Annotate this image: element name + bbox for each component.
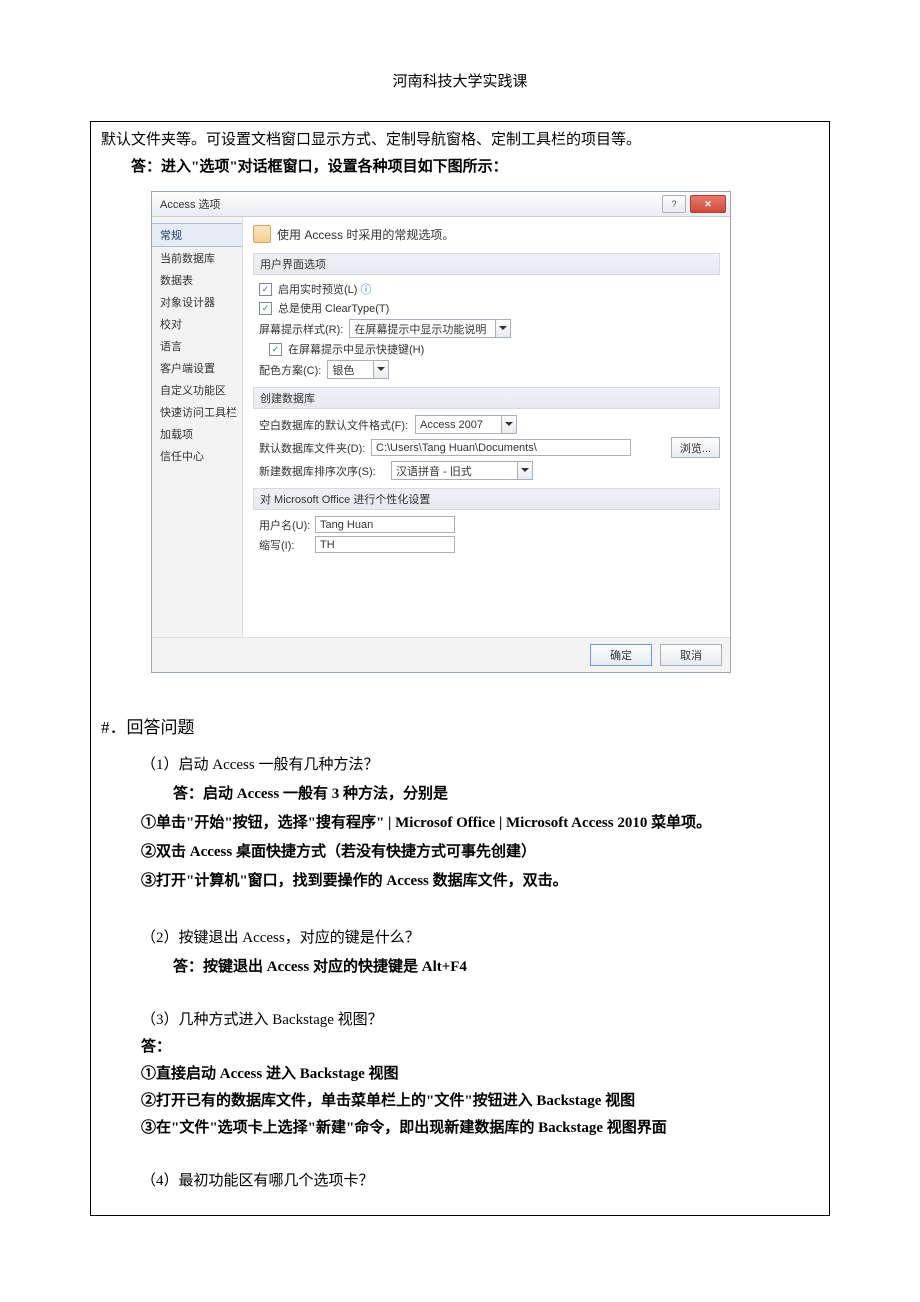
sidebar-item-qat[interactable]: 快速访问工具栏 bbox=[152, 401, 242, 423]
label-username: 用户名(U): bbox=[259, 517, 309, 533]
close-button[interactable]: ✕ bbox=[690, 195, 726, 213]
sidebar-item-designer[interactable]: 对象设计器 bbox=[152, 291, 242, 313]
dialog-titlebar: Access 选项 ? ✕ bbox=[152, 192, 730, 217]
dialog-content: 使用 Access 时采用的常规选项。 用户界面选项 ✓ 启用实时预览(L) ⓘ… bbox=[243, 217, 730, 637]
a3: 答： bbox=[101, 1034, 819, 1061]
page-header: 河南科技大学实践课 bbox=[100, 70, 820, 91]
q2: （2）按键退出 Access，对应的键是什么？ bbox=[101, 925, 819, 952]
dialog-button-row: 确定 取消 bbox=[152, 637, 730, 672]
label-tipstyle: 屏幕提示样式(R): bbox=[259, 321, 343, 337]
sidebar-item-trust[interactable]: 信任中心 bbox=[152, 445, 242, 467]
a3-3: ③在"文件"选项卡上选择"新建"命令，即出现新建数据库的 Backstage 视… bbox=[101, 1115, 819, 1142]
sidebar-item-proofing[interactable]: 校对 bbox=[152, 313, 242, 335]
dialog-title: Access 选项 bbox=[160, 196, 221, 212]
sidebar-item-currentdb[interactable]: 当前数据库 bbox=[152, 247, 242, 269]
page: 河南科技大学实践课 默认文件夹等。可设置文档窗口显示方式、定制导航窗格、定制工具… bbox=[0, 0, 920, 1256]
sidebar-item-client[interactable]: 客户端设置 bbox=[152, 357, 242, 379]
options-dialog: Access 选项 ? ✕ 常规 当前数据库 数据表 对象设计器 校对 语言 客… bbox=[151, 191, 731, 673]
label-initials: 缩写(I): bbox=[259, 537, 309, 553]
sidebar-item-datasheet[interactable]: 数据表 bbox=[152, 269, 242, 291]
browse-button[interactable]: 浏览... bbox=[671, 437, 720, 458]
a3-2: ②打开已有的数据库文件，单击菜单栏上的"文件"按钮进入 Backstage 视图 bbox=[101, 1088, 819, 1115]
qa-block: （1）启动 Access 一般有几种方法？ 答：启动 Access 一般有 3 … bbox=[101, 752, 819, 1195]
dialog-sidebar: 常规 当前数据库 数据表 对象设计器 校对 语言 客户端设置 自定义功能区 快速… bbox=[152, 217, 243, 637]
input-default-folder[interactable]: C:\Users\Tang Huan\Documents\ bbox=[371, 439, 631, 456]
ok-button[interactable]: 确定 bbox=[590, 644, 652, 666]
help-button[interactable]: ? bbox=[662, 195, 686, 213]
section-ui: 用户界面选项 bbox=[253, 253, 720, 275]
a1-3: ③打开"计算机"窗口，找到要操作的 Access 数据库文件，双击。 bbox=[101, 868, 819, 895]
a1: 答：启动 Access 一般有 3 种方法，分别是 bbox=[101, 781, 819, 808]
label-live-preview: 启用实时预览(L) ⓘ bbox=[278, 281, 372, 297]
checkbox-cleartype[interactable]: ✓ bbox=[259, 302, 272, 315]
label-show-shortcut: 在屏幕提示中显示快捷键(H) bbox=[288, 341, 424, 357]
input-username[interactable]: Tang Huan bbox=[315, 516, 455, 533]
intro-line-1: 默认文件夹等。可设置文档窗口显示方式、定制导航窗格、定制工具栏的项目等。 bbox=[101, 127, 819, 154]
sidebar-item-language[interactable]: 语言 bbox=[152, 335, 242, 357]
q3: （3）几种方式进入 Backstage 视图？ bbox=[101, 1007, 819, 1034]
section-createdb: 创建数据库 bbox=[253, 387, 720, 409]
cancel-button[interactable]: 取消 bbox=[660, 644, 722, 666]
a3-1: ①直接启动 Access 进入 Backstage 视图 bbox=[101, 1061, 819, 1088]
section-heading: #．回答问题 bbox=[101, 713, 819, 738]
combo-fileformat[interactable]: Access 2007 bbox=[415, 415, 517, 434]
intro-answer: 答：进入"选项"对话框窗口，设置各种项目如下图所示： bbox=[101, 154, 819, 181]
info-icon[interactable]: ⓘ bbox=[361, 284, 372, 296]
input-initials[interactable]: TH bbox=[315, 536, 455, 553]
a1-1: ①单击"开始"按钮，选择"搜有程序" | Microsof Office | M… bbox=[101, 810, 819, 837]
label-sortorder: 新建数据库排序次序(S): bbox=[259, 463, 385, 479]
sidebar-item-addins[interactable]: 加载项 bbox=[152, 423, 242, 445]
checkbox-live-preview[interactable]: ✓ bbox=[259, 283, 272, 296]
q4: （4）最初功能区有哪几个选项卡？ bbox=[101, 1168, 819, 1195]
q1: （1）启动 Access 一般有几种方法？ bbox=[101, 752, 819, 779]
a1-2: ②双击 Access 桌面快捷方式（若没有快捷方式可事先创建） bbox=[101, 839, 819, 866]
label-fileformat: 空白数据库的默认文件格式(F): bbox=[259, 417, 409, 433]
general-icon bbox=[253, 225, 271, 243]
dialog-heading: 使用 Access 时采用的常规选项。 bbox=[277, 226, 454, 243]
label-default-folder: 默认数据库文件夹(D): bbox=[259, 440, 365, 456]
combo-color[interactable]: 银色 bbox=[327, 360, 389, 379]
combo-sortorder[interactable]: 汉语拼音 - 旧式 bbox=[391, 461, 533, 480]
label-cleartype: 总是使用 ClearType(T) bbox=[278, 300, 389, 316]
sidebar-item-general[interactable]: 常规 bbox=[152, 223, 242, 247]
checkbox-show-shortcut[interactable]: ✓ bbox=[269, 343, 282, 356]
sidebar-item-ribbon[interactable]: 自定义功能区 bbox=[152, 379, 242, 401]
content-box: 默认文件夹等。可设置文档窗口显示方式、定制导航窗格、定制工具栏的项目等。 答：进… bbox=[90, 121, 830, 1216]
combo-tipstyle[interactable]: 在屏幕提示中显示功能说明 bbox=[349, 319, 511, 338]
label-color: 配色方案(C): bbox=[259, 362, 321, 378]
section-personalize: 对 Microsoft Office 进行个性化设置 bbox=[253, 488, 720, 510]
a2: 答：按键退出 Access 对应的快捷键是 Alt+F4 bbox=[101, 954, 819, 981]
